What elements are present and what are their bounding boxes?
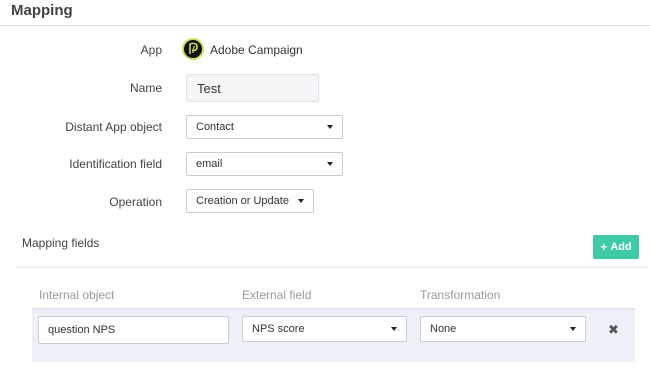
operation-label: Operation: [109, 195, 162, 209]
distant-app-object-label: Distant App object: [65, 120, 162, 134]
external-field-select[interactable]: NPS score: [242, 316, 407, 342]
name-input[interactable]: [186, 74, 319, 102]
identification-field-label: Identification field: [69, 157, 162, 171]
operation-value: Creation or Update: [196, 195, 289, 207]
column-header-transformation: Transformation: [420, 288, 501, 302]
column-header-external-field: External field: [242, 288, 312, 302]
app-label: App: [140, 43, 162, 57]
mapping-fields-label: Mapping fields: [22, 236, 100, 250]
page-title: Mapping: [11, 2, 73, 19]
transformation-select[interactable]: None: [420, 316, 586, 342]
caret-down-icon: [570, 327, 576, 331]
name-label: Name: [129, 81, 162, 95]
close-icon[interactable]: ✖: [608, 322, 619, 338]
internal-object-input[interactable]: question NPS: [38, 316, 229, 344]
adobe-campaign-logo-icon: [182, 38, 204, 60]
column-header-internal-object: Internal object: [39, 288, 115, 302]
caret-down-icon: [327, 162, 333, 166]
identification-field-value: email: [196, 158, 223, 170]
plus-icon: +: [600, 240, 608, 254]
add-button-label: Add: [610, 241, 632, 253]
title-divider: [0, 25, 650, 26]
identification-field-select[interactable]: email: [186, 152, 343, 176]
caret-down-icon: [327, 125, 333, 129]
mapping-divider: [16, 267, 648, 268]
app-name: Adobe Campaign: [210, 43, 303, 57]
caret-down-icon: [391, 327, 397, 331]
caret-down-icon: [298, 199, 304, 203]
external-field-value: NPS score: [252, 323, 305, 335]
add-button[interactable]: + Add: [593, 235, 639, 259]
transformation-value: None: [430, 323, 457, 335]
distant-app-object-value: Contact: [196, 121, 234, 133]
operation-select[interactable]: Creation or Update: [186, 189, 314, 213]
distant-app-object-select[interactable]: Contact: [186, 115, 343, 139]
